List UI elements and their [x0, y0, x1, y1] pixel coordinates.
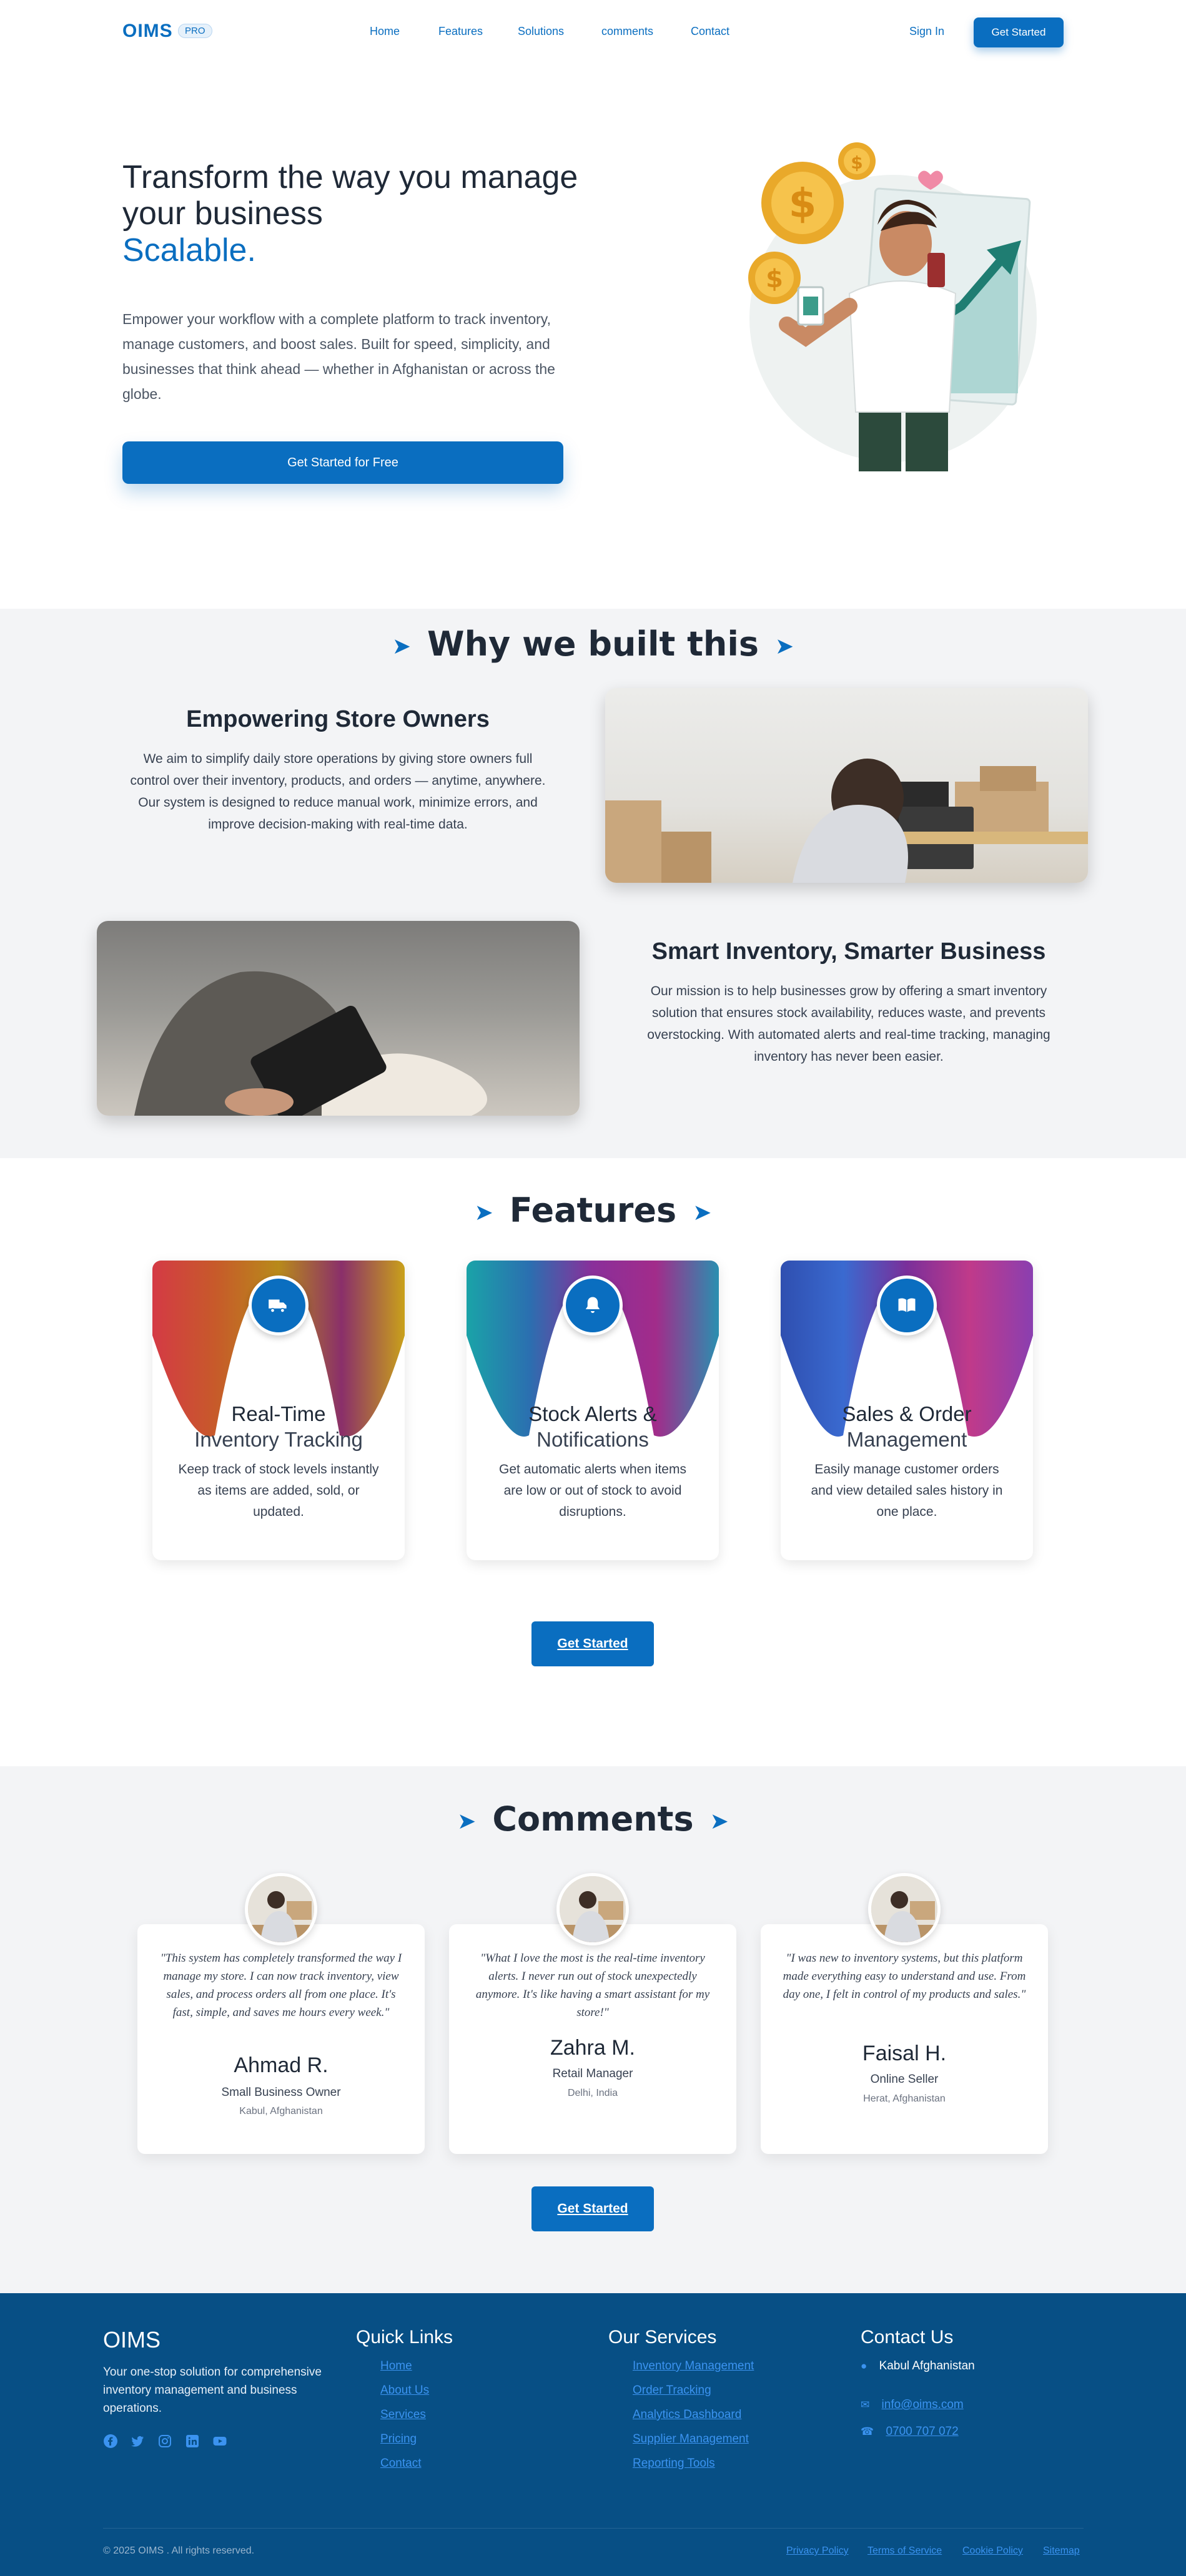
comment-role: Small Business Owner [221, 2086, 341, 2099]
svg-text:$: $ [851, 152, 862, 173]
top-nav: OIMS PRO Home Features Solutions comment… [0, 0, 1186, 65]
footer-tagline: Your one-stop solution for comprehensive… [103, 2366, 322, 2415]
hero-description: Empower your workflow with a complete pl… [122, 311, 555, 402]
features-get-started-button[interactable]: Get Started [531, 1621, 654, 1666]
quick-links-heading: Quick Links [356, 2327, 453, 2347]
feature-description: Keep track of stock levels instantly as … [178, 1462, 379, 1519]
hero-accent: Scalable. [122, 232, 256, 268]
feature-description: Easily manage customer orders and view d… [811, 1462, 1003, 1519]
footer-service-orders[interactable]: Order Tracking [633, 2384, 711, 2397]
why-block1-heading: Empowering Store Owners [186, 706, 490, 732]
footer-divider [103, 2528, 1084, 2529]
hero-illustration: $ $ $ [748, 142, 1037, 471]
address-row: ● Kabul Afghanistan [861, 2359, 975, 2372]
envelope-icon: ✉ [861, 2399, 870, 2411]
footer-link-services[interactable]: Services [380, 2408, 426, 2422]
hero-title: Transform the way you manage your busine… [122, 159, 578, 232]
features-title: ➤ Features ➤ [474, 1191, 712, 1230]
tablet-user-photo [97, 921, 580, 1116]
avatar [868, 1873, 941, 1945]
book-icon [877, 1276, 937, 1335]
comment-role: Retail Manager [552, 2067, 633, 2080]
linkedin-icon[interactable] [185, 2434, 200, 2449]
sign-in-link[interactable]: Sign In [909, 25, 944, 38]
avatar [556, 1873, 629, 1945]
logo[interactable]: OIMS [122, 21, 173, 42]
youtube-icon[interactable] [212, 2434, 227, 2449]
phone-link[interactable]: 0700 707 072 [886, 2425, 958, 2438]
svg-text:$: $ [789, 181, 817, 227]
svg-text:$: $ [766, 265, 783, 293]
comments-title: ➤ Comments ➤ [457, 1799, 729, 1839]
footer-link-home[interactable]: Home [380, 2359, 412, 2373]
bolt-icon: ➤ [693, 1199, 712, 1226]
comment-quote: "What I love the most is the real-time i… [475, 1952, 710, 2019]
truck-icon [249, 1276, 309, 1335]
nav-link-features[interactable]: Features [438, 25, 483, 38]
phone-icon: ☎ [861, 2426, 874, 2437]
hero-get-started-button[interactable]: Get Started for Free [122, 441, 563, 484]
comment-location: Herat, Afghanistan [863, 2093, 946, 2104]
services-heading: Our Services [608, 2327, 717, 2347]
avatar [245, 1873, 317, 1945]
feature-card-alerts: Stock Alerts & Notifications Get automati… [467, 1261, 719, 1560]
comment-name: Ahmad R. [234, 2053, 329, 2077]
comment-location: Kabul, Afghanistan [239, 2106, 323, 2116]
feature-card-inventory: Real-Time Inventory Tracking Keep track o… [152, 1261, 405, 1560]
footer-service-suppliers[interactable]: Supplier Management [633, 2432, 749, 2446]
comments-get-started-button[interactable]: Get Started [531, 2186, 654, 2231]
feature-card-sales: Sales & Order Management Easily manage cu… [781, 1261, 1033, 1560]
feature-title: Sales & Order Management [842, 1402, 972, 1451]
comment-quote: "I was new to inventory systems, but thi… [783, 1952, 1026, 2001]
feature-title: Real-Time Inventory Tracking [194, 1402, 363, 1451]
bolt-icon: ➤ [474, 1199, 493, 1226]
sitemap-link[interactable]: Sitemap [1043, 2545, 1080, 2557]
contact-heading: Contact Us [861, 2327, 954, 2347]
comment-name: Faisal H. [862, 2042, 947, 2065]
why-title: ➤ Why we built this ➤ [392, 624, 794, 664]
comment-name: Zahra M. [550, 2036, 636, 2060]
twitter-icon[interactable] [130, 2434, 145, 2449]
footer-link-contact[interactable]: Contact [380, 2457, 421, 2470]
footer-link-pricing[interactable]: Pricing [380, 2432, 417, 2446]
location-pin-icon: ● [861, 2360, 867, 2372]
nav-link-home[interactable]: Home [370, 25, 400, 38]
feature-title: Stock Alerts & Notifications [528, 1402, 657, 1451]
nav-link-comments[interactable]: comments [601, 25, 653, 38]
email-link[interactable]: info@oims.com [882, 2398, 964, 2411]
facebook-icon[interactable] [103, 2434, 118, 2449]
privacy-policy-link[interactable]: Privacy Policy [786, 2545, 849, 2557]
instagram-icon[interactable] [157, 2434, 172, 2449]
why-block1-text: We aim to simplify daily store operation… [130, 752, 546, 832]
nav-link-contact[interactable]: Contact [691, 25, 729, 38]
footer-brand: OIMS [103, 2327, 161, 2352]
pro-badge: PRO [178, 24, 212, 38]
why-block2-heading: Smart Inventory, Smarter Business [651, 938, 1046, 965]
why-block2-text: Our mission is to help businesses grow b… [647, 984, 1050, 1064]
footer-service-analytics[interactable]: Analytics Dashboard [633, 2408, 741, 2422]
footer-link-about[interactable]: About Us [380, 2384, 429, 2397]
bolt-icon: ➤ [392, 633, 412, 659]
copyright: © 2025 OIMS . All rights reserved. [103, 2545, 255, 2556]
footer: OIMS Your one-stop solution for comprehe… [0, 2293, 1186, 2576]
warehouse-worker-photo [605, 688, 1088, 883]
feature-description: Get automatic alerts when items are low … [499, 1462, 686, 1519]
comment-role: Online Seller [870, 2073, 939, 2086]
email-row: ✉ info@oims.com [861, 2398, 964, 2412]
bell-icon [563, 1276, 623, 1335]
terms-of-service-link[interactable]: Terms of Service [867, 2545, 942, 2557]
nav-link-solutions[interactable]: Solutions [518, 25, 564, 38]
comment-quote: "This system has completely transformed … [160, 1952, 402, 2019]
bolt-icon: ➤ [457, 1808, 477, 1834]
bolt-icon: ➤ [774, 633, 794, 659]
footer-service-inventory[interactable]: Inventory Management [633, 2359, 754, 2373]
nav-get-started-button[interactable]: Get Started [974, 17, 1064, 47]
cookie-policy-link[interactable]: Cookie Policy [962, 2545, 1023, 2557]
bolt-icon: ➤ [709, 1808, 729, 1834]
phone-row: ☎ 0700 707 072 [861, 2425, 959, 2439]
comment-location: Delhi, India [567, 2088, 618, 2098]
footer-service-reporting[interactable]: Reporting Tools [633, 2457, 715, 2470]
